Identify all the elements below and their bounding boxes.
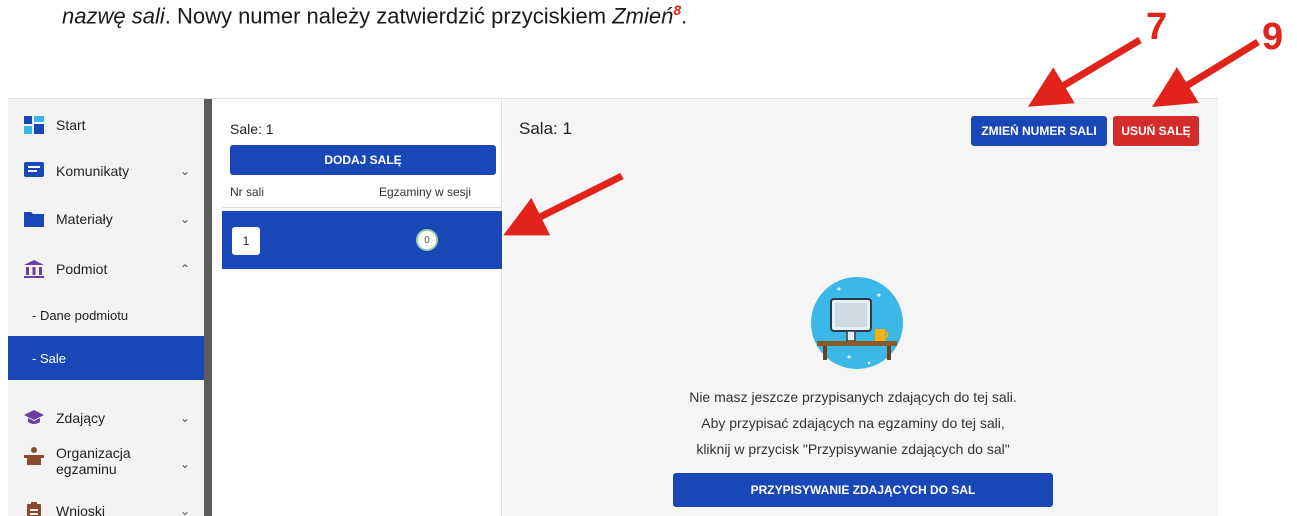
sidebar-item-label: Wnioski <box>56 503 106 516</box>
message-icon <box>24 162 44 177</box>
room-list-item[interactable]: 1 0 <box>222 211 502 269</box>
empty-message-line-2: Aby przypisać zdających na egzaminy do t… <box>701 415 1005 431</box>
sidebar-item-label-group: Organizacja egzaminu <box>56 445 131 477</box>
sidebar-item-label: Podmiot <box>56 261 108 277</box>
sidebar-item-podmiot[interactable]: Podmiot ⌃ <box>8 257 204 281</box>
callout-9: 9 <box>1262 16 1284 58</box>
chevron-up-icon[interactable]: ⌃ <box>180 262 190 276</box>
chevron-down-icon[interactable]: ⌄ <box>180 411 190 425</box>
arrow-7 <box>1027 36 1142 107</box>
chevron-down-icon[interactable]: ⌄ <box>180 504 190 516</box>
divider <box>222 207 502 208</box>
doc-italic-room-name: nazwę sali <box>62 3 165 29</box>
sidebar-subitem-label: - Sale <box>32 350 66 366</box>
grid-icon <box>24 116 44 134</box>
chevron-down-icon[interactable]: ⌄ <box>180 212 190 226</box>
rooms-count-title: Sale: 1 <box>230 121 274 137</box>
change-room-number-button[interactable]: ZMIEŃ NUMER SALI <box>971 116 1107 146</box>
callout-7: 7 <box>1146 6 1168 48</box>
app-window: Start Komunikaty ⌄ Materiały ⌄ Podmiot ⌃… <box>8 98 1218 516</box>
sidebar-item-wnioski[interactable]: Wnioski ⌄ <box>8 499 204 516</box>
sidebar-item-label: Komunikaty <box>56 163 130 179</box>
graduation-cap-icon <box>24 410 44 424</box>
delete-room-button[interactable]: USUŃ SALĘ <box>1113 116 1199 146</box>
sidebar-item-start[interactable]: Start <box>8 113 204 137</box>
sidebar-item-label: Start <box>56 117 86 133</box>
empty-message-line-3: kliknij w przycisk "Przypisywanie zdając… <box>696 441 1010 457</box>
clipboard-icon <box>27 502 41 516</box>
room-title: Sala: 1 <box>519 119 572 138</box>
doc-italic-change: Zmień <box>612 3 674 29</box>
sidebar-item-organizacja-egzaminu[interactable]: Organizacja egzaminu ⌄ <box>8 445 204 485</box>
chevron-down-icon[interactable]: ⌄ <box>180 164 190 178</box>
document-text: nazwę sali. Nowy numer należy zatwierdzi… <box>62 2 687 29</box>
chevron-down-icon[interactable]: ⌄ <box>180 457 190 471</box>
institution-icon <box>24 260 44 278</box>
sidebar-item-komunikaty[interactable]: Komunikaty ⌄ <box>8 159 204 183</box>
sidebar-item-label-line2: egzaminu <box>56 461 117 477</box>
empty-room-illustration <box>811 277 903 369</box>
room-number-badge: 1 <box>232 227 260 255</box>
assign-students-button[interactable]: PRZYPISYWANIE ZDAJĄCYCH DO SAL <box>673 473 1053 507</box>
sidebar-item-label: Zdający <box>56 410 106 426</box>
sidebar-subitem-label: - Dane podmiotu <box>32 307 129 323</box>
sidebar-item-label: Materiały <box>56 211 113 227</box>
exam-count-badge: 0 <box>416 229 438 251</box>
column-header-exams: Egzaminy w sesji <box>378 185 471 199</box>
column-header-room-number: Nr sali <box>230 185 265 199</box>
doc-text: . Nowy numer należy zatwierdzić przycisk… <box>164 3 613 29</box>
sidebar-resize-handle[interactable] <box>204 99 212 516</box>
doc-period: . <box>681 3 688 29</box>
doc-footnote-marker: 8 <box>673 2 682 18</box>
sidebar-item-materialy[interactable]: Materiały ⌄ <box>8 207 204 231</box>
empty-message-line-1: Nie masz jeszcze przypisanych zdających … <box>689 389 1017 405</box>
sidebar-item-zdajacy[interactable]: Zdający ⌄ <box>8 406 204 430</box>
sidebar-item-dane-podmiotu[interactable]: - Dane podmiotu <box>8 303 204 327</box>
sidebar: Start Komunikaty ⌄ Materiały ⌄ Podmiot ⌃… <box>8 99 204 516</box>
arrow-9 <box>1152 39 1260 107</box>
sidebar-item-label: Organizacja <box>56 445 131 461</box>
desk-icon <box>24 447 44 465</box>
room-detail-panel: Sala: 1 ZMIEŃ NUMER SALI USUŃ SALĘ Nie m… <box>503 99 1218 516</box>
rooms-list-panel: Sale: 1 DODAJ SALĘ Nr sali Egzaminy w se… <box>212 99 502 516</box>
sidebar-item-sale[interactable]: - Sale <box>8 336 204 380</box>
add-room-button[interactable]: DODAJ SALĘ <box>230 145 496 175</box>
folder-icon <box>24 212 44 227</box>
